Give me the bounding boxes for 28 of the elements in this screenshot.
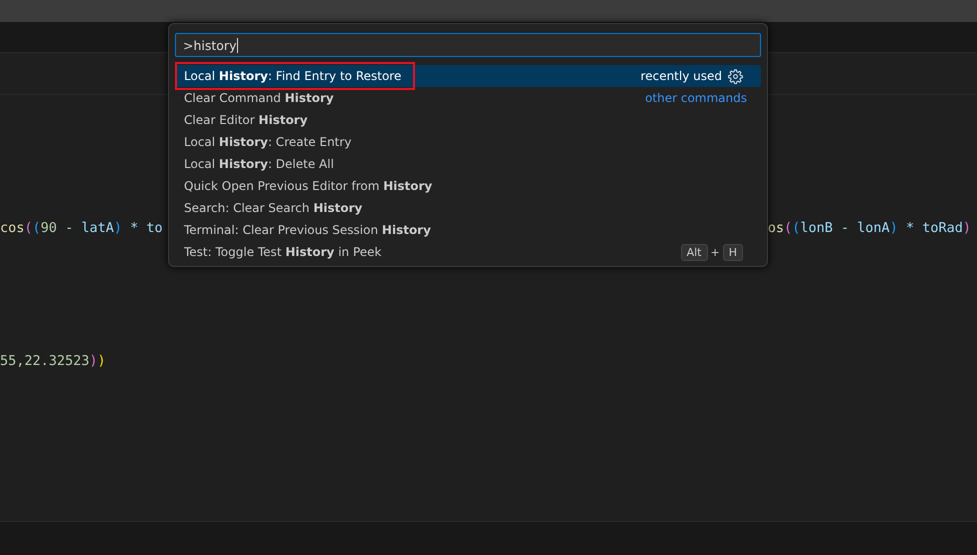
key-cap: H <box>722 244 743 260</box>
key-cap: Alt <box>680 244 708 260</box>
gear-icon[interactable] <box>728 68 743 84</box>
command-label: Local History: Create Entry <box>183 134 352 151</box>
command-label: Terminal: Clear Previous Session History <box>183 222 432 239</box>
command-label: Local History: Find Entry to Restore <box>175 62 416 90</box>
command-item[interactable]: Quick Open Previous Editor from History <box>175 175 761 197</box>
command-item[interactable]: Test: Toggle Test History in Peek Alt + H <box>175 241 761 263</box>
code-text: cos((90 - latA) * to <box>0 219 163 238</box>
command-item[interactable]: Local History: Find Entry to Restore recently used <box>175 65 761 87</box>
command-item[interactable]: Local History: Create Entry <box>175 131 761 153</box>
command-input[interactable]: >history <box>175 33 761 57</box>
command-label: Local History: Delete All <box>183 156 335 173</box>
command-item[interactable]: Search: Clear Search History <box>175 197 761 219</box>
command-label: Search: Clear Search History <box>183 200 364 217</box>
code-text: os((lonB - lonA) * toRad) <box>768 219 971 238</box>
command-label: Quick Open Previous Editor from History <box>183 178 434 195</box>
command-item[interactable]: Clear Command History other commands <box>175 87 761 109</box>
command-item[interactable]: Terminal: Clear Previous Session History <box>175 219 761 241</box>
command-item[interactable]: Clear Editor History <box>175 109 761 131</box>
command-item[interactable]: Local History: Delete All <box>175 153 761 175</box>
hint-text: recently used <box>640 69 722 83</box>
code-text: 55,22.32523)) <box>0 352 106 371</box>
command-label: Clear Command History <box>183 90 335 107</box>
command-label: Test: Toggle Test History in Peek <box>183 244 382 261</box>
command-label: Clear Editor History <box>183 112 309 129</box>
plus-sign: + <box>710 246 720 258</box>
other-commands-link[interactable]: other commands <box>645 91 747 105</box>
